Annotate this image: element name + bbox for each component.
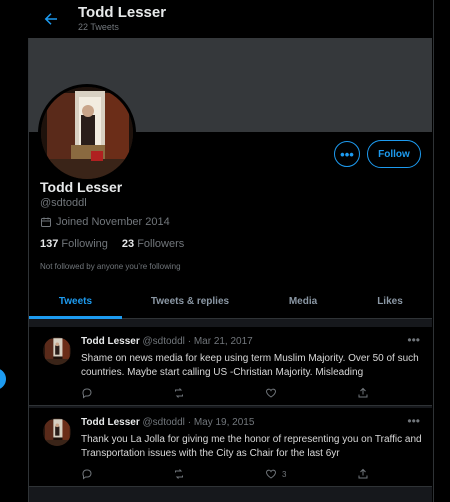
tweet[interactable]: Todd Lesser @sdtoddl · May 19, 2015 ••• … xyxy=(29,408,432,487)
more-options-button[interactable]: ••• xyxy=(334,141,360,167)
reply-icon xyxy=(82,469,92,480)
tweet-actions: 3 xyxy=(81,468,399,482)
like-button[interactable] xyxy=(265,387,282,399)
follow-stats: 137 Following 23 Followers xyxy=(40,238,184,250)
followers-link[interactable]: 23 Followers xyxy=(122,238,184,250)
like-count: 3 xyxy=(282,469,287,479)
retweet-icon xyxy=(175,388,183,398)
profile-header: Todd Lesser 22 Tweets xyxy=(28,0,432,38)
divider xyxy=(29,319,432,327)
tweet-separator: · xyxy=(187,417,192,428)
tweet-author-handle[interactable]: @sdtoddl xyxy=(143,417,185,428)
followers-count: 23 xyxy=(121,238,135,250)
tweet-date[interactable]: May 19, 2015 xyxy=(194,417,255,428)
heart-icon xyxy=(266,388,276,398)
tab-tweets[interactable]: Tweets xyxy=(29,284,122,319)
retweet-button[interactable] xyxy=(173,468,185,480)
retweet-icon xyxy=(175,469,183,479)
reply-button[interactable] xyxy=(81,387,93,399)
reply-icon xyxy=(82,388,92,399)
share-icon xyxy=(358,468,368,479)
reply-button[interactable] xyxy=(81,468,93,480)
avatar-photo xyxy=(41,87,133,179)
profile-tabs: Tweets Tweets & replies Media Likes xyxy=(29,284,432,319)
tweet-actions xyxy=(81,387,399,401)
joined-text: Joined November 2014 xyxy=(56,216,170,228)
avatar-photo xyxy=(43,337,71,365)
header-tweet-count: 22 Tweets xyxy=(78,22,119,32)
tweet-text: Shame on news media for keep using term … xyxy=(81,353,419,378)
tweet-more-icon[interactable]: ••• xyxy=(407,333,420,347)
profile-handle: @sdtoddl xyxy=(40,197,87,209)
tweet-avatar[interactable] xyxy=(43,337,71,365)
tweet-separator: · xyxy=(187,336,192,347)
header-name: Todd Lesser xyxy=(78,4,167,21)
retweet-button[interactable] xyxy=(173,387,185,399)
tweet-avatar[interactable] xyxy=(43,418,71,446)
joined-date: Joined November 2014 xyxy=(40,216,170,228)
back-arrow-icon[interactable] xyxy=(42,10,60,28)
share-button[interactable] xyxy=(357,387,369,399)
tweet-author-name[interactable]: Todd Lesser xyxy=(81,417,140,428)
tweet-author-handle[interactable]: @sdtoddl xyxy=(143,336,185,347)
tweet-author-name[interactable]: Todd Lesser xyxy=(81,336,140,347)
like-button[interactable]: 3 xyxy=(265,468,286,480)
profile-name: Todd Lesser xyxy=(40,179,123,195)
followed-by-note: Not followed by anyone you’re following xyxy=(40,262,181,271)
tab-tweets-label: Tweets xyxy=(58,295,93,307)
tab-media[interactable]: Media xyxy=(258,284,348,318)
avatar[interactable] xyxy=(38,84,136,182)
following-label: Following xyxy=(61,238,108,250)
tab-tweets-replies[interactable]: Tweets & replies xyxy=(122,284,258,318)
tweet-header: Todd Lesser @sdtoddl · May 19, 2015 xyxy=(81,417,254,428)
tweet-date[interactable]: Mar 21, 2017 xyxy=(194,336,253,347)
tweet[interactable]: Todd Lesser @sdtoddl · Mar 21, 2017 ••• … xyxy=(29,327,432,406)
following-link[interactable]: 137 Following xyxy=(40,238,108,250)
tab-tweets-replies-label: Tweets & replies xyxy=(150,295,230,307)
calendar-icon xyxy=(41,217,51,227)
tweet-text: Thank you La Jolla for giving me the hon… xyxy=(81,434,422,459)
share-icon xyxy=(358,387,368,398)
following-count: 137 xyxy=(40,238,59,250)
tab-likes-label: Likes xyxy=(377,295,403,307)
divider xyxy=(29,487,432,502)
heart-icon xyxy=(266,469,276,479)
tweet-header: Todd Lesser @sdtoddl · Mar 21, 2017 xyxy=(81,336,253,347)
tab-media-label: Media xyxy=(288,295,318,307)
avatar-photo xyxy=(43,418,71,446)
tab-likes[interactable]: Likes xyxy=(348,284,432,318)
tweet-more-icon[interactable]: ••• xyxy=(407,414,420,428)
follow-button[interactable]: Follow xyxy=(367,140,421,168)
followers-label: Followers xyxy=(137,238,185,250)
share-button[interactable] xyxy=(357,468,369,480)
floating-compose-button[interactable] xyxy=(0,368,6,390)
